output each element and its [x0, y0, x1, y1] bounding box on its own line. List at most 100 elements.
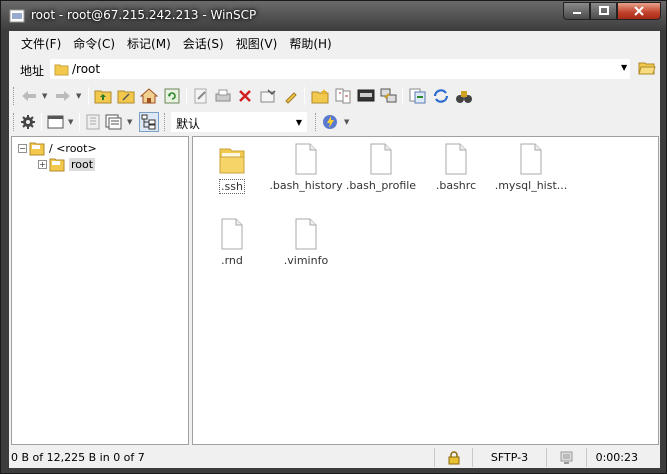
- winscp-window: root - root@67.215.242.213 - WinSCP 文件(F…: [0, 0, 667, 474]
- edit-file-icon: [194, 88, 207, 104]
- toolbar-grip: [13, 113, 16, 131]
- toolbar-separator: [304, 87, 305, 105]
- menu-file[interactable]: 文件(F): [15, 35, 67, 52]
- preferences-button[interactable]: [18, 112, 38, 132]
- folder-open-icon: [29, 142, 45, 155]
- lock-icon: [448, 450, 459, 464]
- network-icon: [560, 451, 572, 464]
- collapse-icon[interactable]: −: [18, 143, 27, 153]
- forward-dropdown-icon[interactable]: ▼: [76, 92, 81, 100]
- delete-icon: [239, 90, 251, 102]
- parent-directory-button[interactable]: [93, 86, 113, 106]
- winscp-app-icon: [9, 9, 25, 23]
- toolbar-grip: [13, 87, 16, 105]
- find-files-button[interactable]: [454, 86, 474, 106]
- folder-up-icon: [94, 90, 112, 104]
- file-item[interactable]: .viminfo: [251, 218, 361, 267]
- properties-button[interactable]: [258, 86, 278, 106]
- quick-action-button[interactable]: [321, 112, 341, 132]
- window-icon: [47, 115, 64, 129]
- minimize-button[interactable]: [563, 2, 590, 20]
- rename-button[interactable]: [281, 86, 301, 106]
- file-name: .ssh: [219, 179, 245, 194]
- folder-root-icon: [117, 90, 135, 104]
- lightning-icon: [323, 115, 337, 129]
- address-label: 地址: [20, 64, 45, 78]
- compare-icon: [335, 88, 351, 104]
- columns-button[interactable]: [83, 112, 103, 132]
- forward-button[interactable]: [53, 86, 73, 106]
- directory-tree[interactable]: − / <root> + root: [11, 136, 189, 445]
- address-input[interactable]: /root: [50, 59, 630, 79]
- open-directory-icon[interactable]: [638, 59, 656, 76]
- file-name: .viminfo: [283, 254, 329, 267]
- root-directory-button[interactable]: [116, 86, 136, 106]
- new-folder-button[interactable]: [310, 86, 330, 106]
- window-title: root - root@67.215.242.213 - WinSCP: [31, 8, 257, 22]
- toolbar-grip: [315, 113, 318, 131]
- printer-icon: [215, 89, 231, 102]
- transfer-profile-select[interactable]: 默认 ▼: [171, 112, 307, 132]
- back-dropdown-icon[interactable]: ▼: [42, 92, 47, 100]
- tree-toggle-button[interactable]: [139, 112, 159, 132]
- copy-button[interactable]: [408, 86, 428, 106]
- terminal-button[interactable]: [356, 86, 376, 106]
- maximize-button[interactable]: [590, 2, 617, 20]
- sync-icon: [433, 89, 449, 103]
- file-name: .bashrc: [435, 179, 477, 192]
- view-style-button[interactable]: [46, 112, 66, 132]
- home-directory-button[interactable]: [139, 86, 159, 106]
- menu-view[interactable]: 视图(V): [230, 35, 284, 52]
- list-view-button[interactable]: [104, 112, 124, 132]
- toolbar-separator: [186, 87, 187, 105]
- folder-icon: [54, 64, 69, 76]
- tree-icon: [141, 114, 156, 130]
- gear-icon: [21, 115, 35, 129]
- open-button[interactable]: [213, 86, 233, 106]
- chevron-down-icon: ▼: [295, 118, 302, 127]
- status-compression[interactable]: [547, 448, 587, 467]
- expand-icon[interactable]: +: [38, 159, 47, 169]
- status-bar: 0 B of 12,225 B in 0 of 7 SFTP-3 0:00:23: [9, 447, 660, 468]
- view-style-dropdown-icon[interactable]: ▼: [68, 118, 73, 126]
- list-icon: [105, 114, 122, 130]
- toolbar-separator: [88, 87, 89, 105]
- properties-icon: [260, 89, 276, 103]
- folder-icon: [49, 158, 65, 171]
- menu-command[interactable]: 命令(C): [67, 35, 121, 52]
- tree-node-root-dir[interactable]: + root: [38, 156, 96, 172]
- status-encryption[interactable]: [435, 448, 473, 467]
- putty-button[interactable]: [379, 86, 399, 106]
- menu-bar: 文件(F) 命令(C) 标记(M) 会话(S) 视图(V) 帮助(H): [9, 31, 660, 55]
- close-button[interactable]: [617, 2, 661, 20]
- file-list[interactable]: .ssh .bash_history .bash_profile .bashrc…: [192, 136, 659, 445]
- home-icon: [140, 88, 158, 104]
- list-view-dropdown-icon[interactable]: ▼: [127, 118, 132, 126]
- copy-icon: [409, 88, 426, 104]
- back-button[interactable]: [19, 86, 39, 106]
- menu-help[interactable]: 帮助(H): [283, 35, 337, 52]
- synchronize-button[interactable]: [431, 86, 451, 106]
- arrow-right-icon: [56, 91, 70, 101]
- address-bar: 地址 /root ▼: [9, 57, 660, 81]
- columns-icon: [86, 114, 100, 130]
- tree-node-root[interactable]: − / <root>: [18, 140, 97, 156]
- transfer-profile-value: 默认: [176, 117, 201, 131]
- status-elapsed: 0:00:23: [587, 448, 660, 467]
- sync-button[interactable]: [333, 86, 353, 106]
- edit-button[interactable]: [191, 86, 211, 106]
- menu-session[interactable]: 会话(S): [177, 35, 230, 52]
- protocol-label: SFTP-3: [490, 451, 529, 464]
- elapsed-time: 0:00:23: [595, 451, 638, 464]
- quick-action-dropdown-icon[interactable]: ▼: [344, 118, 349, 126]
- console-icon: [357, 89, 375, 102]
- refresh-button[interactable]: [162, 86, 182, 106]
- tree-label-child: root: [69, 157, 96, 171]
- file-icon: [295, 143, 317, 175]
- maximize-icon: [598, 6, 609, 15]
- file-item[interactable]: .mysql_hist...: [476, 143, 586, 192]
- delete-button[interactable]: [235, 86, 255, 106]
- title-bar[interactable]: root - root@67.215.242.213 - WinSCP: [1, 1, 666, 30]
- address-dropdown-icon[interactable]: ▼: [621, 63, 627, 72]
- menu-mark[interactable]: 标记(M): [121, 35, 177, 52]
